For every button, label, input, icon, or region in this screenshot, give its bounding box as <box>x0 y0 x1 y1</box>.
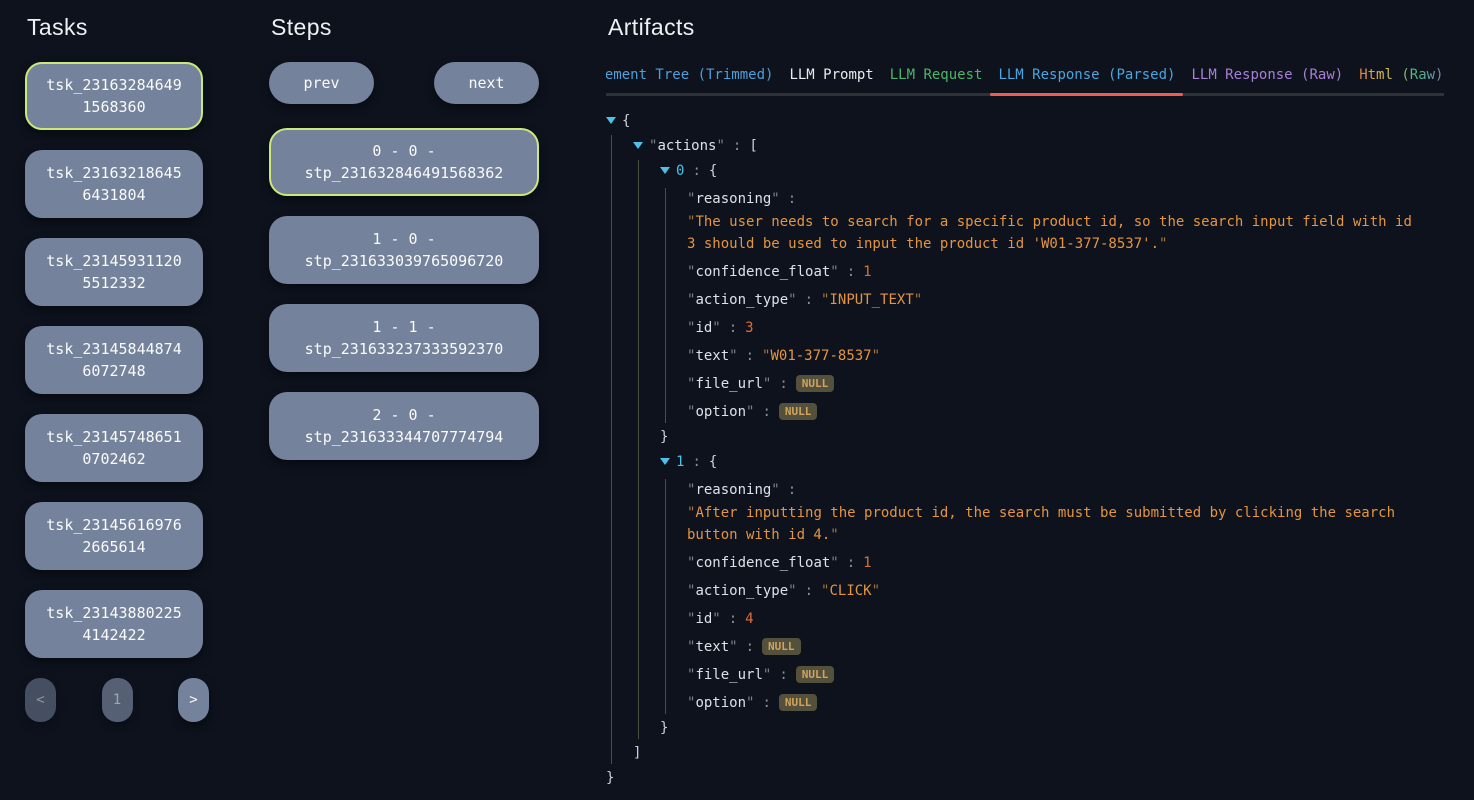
json-open-brace: { <box>622 113 630 129</box>
artifacts-title: Artifacts <box>608 14 1444 41</box>
json-key: text <box>695 348 729 364</box>
json-entry: "action_type":"CLICK" <box>687 580 1444 602</box>
json-key: action_type <box>695 292 788 308</box>
json-entry: "action_type":"INPUT_TEXT" <box>687 289 1444 311</box>
json-entry: "confidence_float":1 <box>687 552 1444 574</box>
json-number-value: 4 <box>745 611 753 627</box>
json-close-row: } <box>606 767 1444 789</box>
json-array-index: 1 <box>676 454 684 470</box>
json-number-value: 3 <box>745 320 753 336</box>
json-string-value: INPUT_TEXT <box>829 292 913 308</box>
json-branch: 0:{ "reasoning": "The user needs to sear… <box>638 160 1444 739</box>
json-key: actions <box>657 138 716 154</box>
tasks-panel: Tasks tsk_231632846491568360 tsk_2316321… <box>25 14 203 722</box>
json-index-row: 0:{ <box>660 160 1444 182</box>
null-badge: NULL <box>779 403 818 420</box>
steps-nav: prev next <box>269 62 539 104</box>
json-key: reasoning <box>695 191 771 207</box>
json-entry: "file_url":NULL <box>687 373 1444 395</box>
json-key: file_url <box>695 667 762 683</box>
json-array-index: 0 <box>676 163 684 179</box>
json-entry: "option":NULL <box>687 692 1444 714</box>
null-badge: NULL <box>796 375 835 392</box>
json-open-bracket: [ <box>749 138 757 154</box>
json-close-row: } <box>660 717 1444 739</box>
tab-html-raw[interactable]: Html (Raw) <box>1351 66 1444 93</box>
collapse-arrow-icon[interactable] <box>633 142 643 149</box>
null-badge: NULL <box>779 694 818 711</box>
pagination-page-button[interactable]: 1 <box>102 678 133 722</box>
json-key: confidence_float <box>695 555 830 571</box>
json-entry: "option":NULL <box>687 401 1444 423</box>
step-button[interactable]: 0 - 0 - stp_231632846491568362 <box>269 128 539 196</box>
tab-element-tree-trimmed[interactable]: Element Tree (Trimmed) <box>606 66 781 93</box>
task-button[interactable]: tsk_231458448746072748 <box>25 326 203 394</box>
json-key: option <box>695 695 746 711</box>
tasks-title: Tasks <box>27 14 203 41</box>
task-button[interactable]: tsk_231438802254142422 <box>25 590 203 658</box>
json-key: id <box>695 320 712 336</box>
json-entry: "text":NULL <box>687 636 1444 658</box>
tab-llm-response-parsed[interactable]: LLM Response (Parsed) <box>990 66 1183 93</box>
artifacts-tab-bar: Element Tree (Trimmed) LLM Prompt LLM Re… <box>606 64 1444 96</box>
task-button[interactable]: tsk_231456169762665614 <box>25 502 203 570</box>
json-index-row: 1:{ <box>660 451 1444 473</box>
steps-title: Steps <box>271 14 539 41</box>
tab-llm-response-raw[interactable]: LLM Response (Raw) <box>1183 66 1351 93</box>
json-branch: "actions":[ 0:{ "reasoning": "The user n… <box>611 135 1444 764</box>
task-button[interactable]: tsk_231459311205512332 <box>25 238 203 306</box>
task-button[interactable]: tsk_231632186456431804 <box>25 150 203 218</box>
json-string-value: "The user needs to search for a specific… <box>687 211 1417 255</box>
json-branch: "reasoning": "After inputting the produc… <box>665 479 1444 714</box>
null-badge: NULL <box>762 638 801 655</box>
prev-button[interactable]: prev <box>269 62 374 104</box>
json-entry: "reasoning": <box>687 188 1444 210</box>
collapse-arrow-icon[interactable] <box>660 167 670 174</box>
json-entry: "id":3 <box>687 317 1444 339</box>
json-key: confidence_float <box>695 264 830 280</box>
json-key: option <box>695 404 746 420</box>
json-viewer: { "actions":[ 0:{ "reasoning": "The user… <box>606 110 1444 789</box>
json-number-value: 1 <box>863 264 871 280</box>
json-close-row: } <box>660 426 1444 448</box>
collapse-arrow-icon[interactable] <box>660 458 670 465</box>
steps-panel: Steps prev next 0 - 0 - stp_231632846491… <box>269 14 539 480</box>
json-key: reasoning <box>695 482 771 498</box>
json-key: id <box>695 611 712 627</box>
tab-llm-prompt[interactable]: LLM Prompt <box>781 66 881 93</box>
json-number-value: 1 <box>863 555 871 571</box>
step-button[interactable]: 2 - 0 - stp_231633344707774794 <box>269 392 539 460</box>
step-button[interactable]: 1 - 1 - stp_231633237333592370 <box>269 304 539 372</box>
tab-llm-request[interactable]: LLM Request <box>882 66 991 93</box>
collapse-arrow-icon[interactable] <box>606 117 616 124</box>
json-string-value: "After inputting the product id, the sea… <box>687 502 1417 546</box>
json-entry: "reasoning": <box>687 479 1444 501</box>
json-entry: "text":"W01-377-8537" <box>687 345 1444 367</box>
task-button[interactable]: tsk_231632846491568360 <box>25 62 203 130</box>
task-button[interactable]: tsk_231457486510702462 <box>25 414 203 482</box>
json-actions-row: "actions":[ <box>633 135 1444 157</box>
tasks-pagination: < 1 > <box>25 678 209 722</box>
null-badge: NULL <box>796 666 835 683</box>
artifacts-panel: Artifacts Element Tree (Trimmed) LLM Pro… <box>606 14 1444 789</box>
json-branch: "reasoning": "The user needs to search f… <box>665 188 1444 423</box>
json-entry: "id":4 <box>687 608 1444 630</box>
pagination-next-button[interactable]: > <box>178 678 209 722</box>
next-button[interactable]: next <box>434 62 539 104</box>
json-entry: "confidence_float":1 <box>687 261 1444 283</box>
json-root-row: { <box>606 110 1444 132</box>
json-key: text <box>695 639 729 655</box>
json-string-value: CLICK <box>829 583 871 599</box>
json-key: action_type <box>695 583 788 599</box>
json-close-row: ] <box>633 742 1444 764</box>
json-entry: "file_url":NULL <box>687 664 1444 686</box>
json-string-value: W01-377-8537 <box>770 348 871 364</box>
pagination-prev-button[interactable]: < <box>25 678 56 722</box>
json-key: file_url <box>695 376 762 392</box>
step-button[interactable]: 1 - 0 - stp_231633039765096720 <box>269 216 539 284</box>
